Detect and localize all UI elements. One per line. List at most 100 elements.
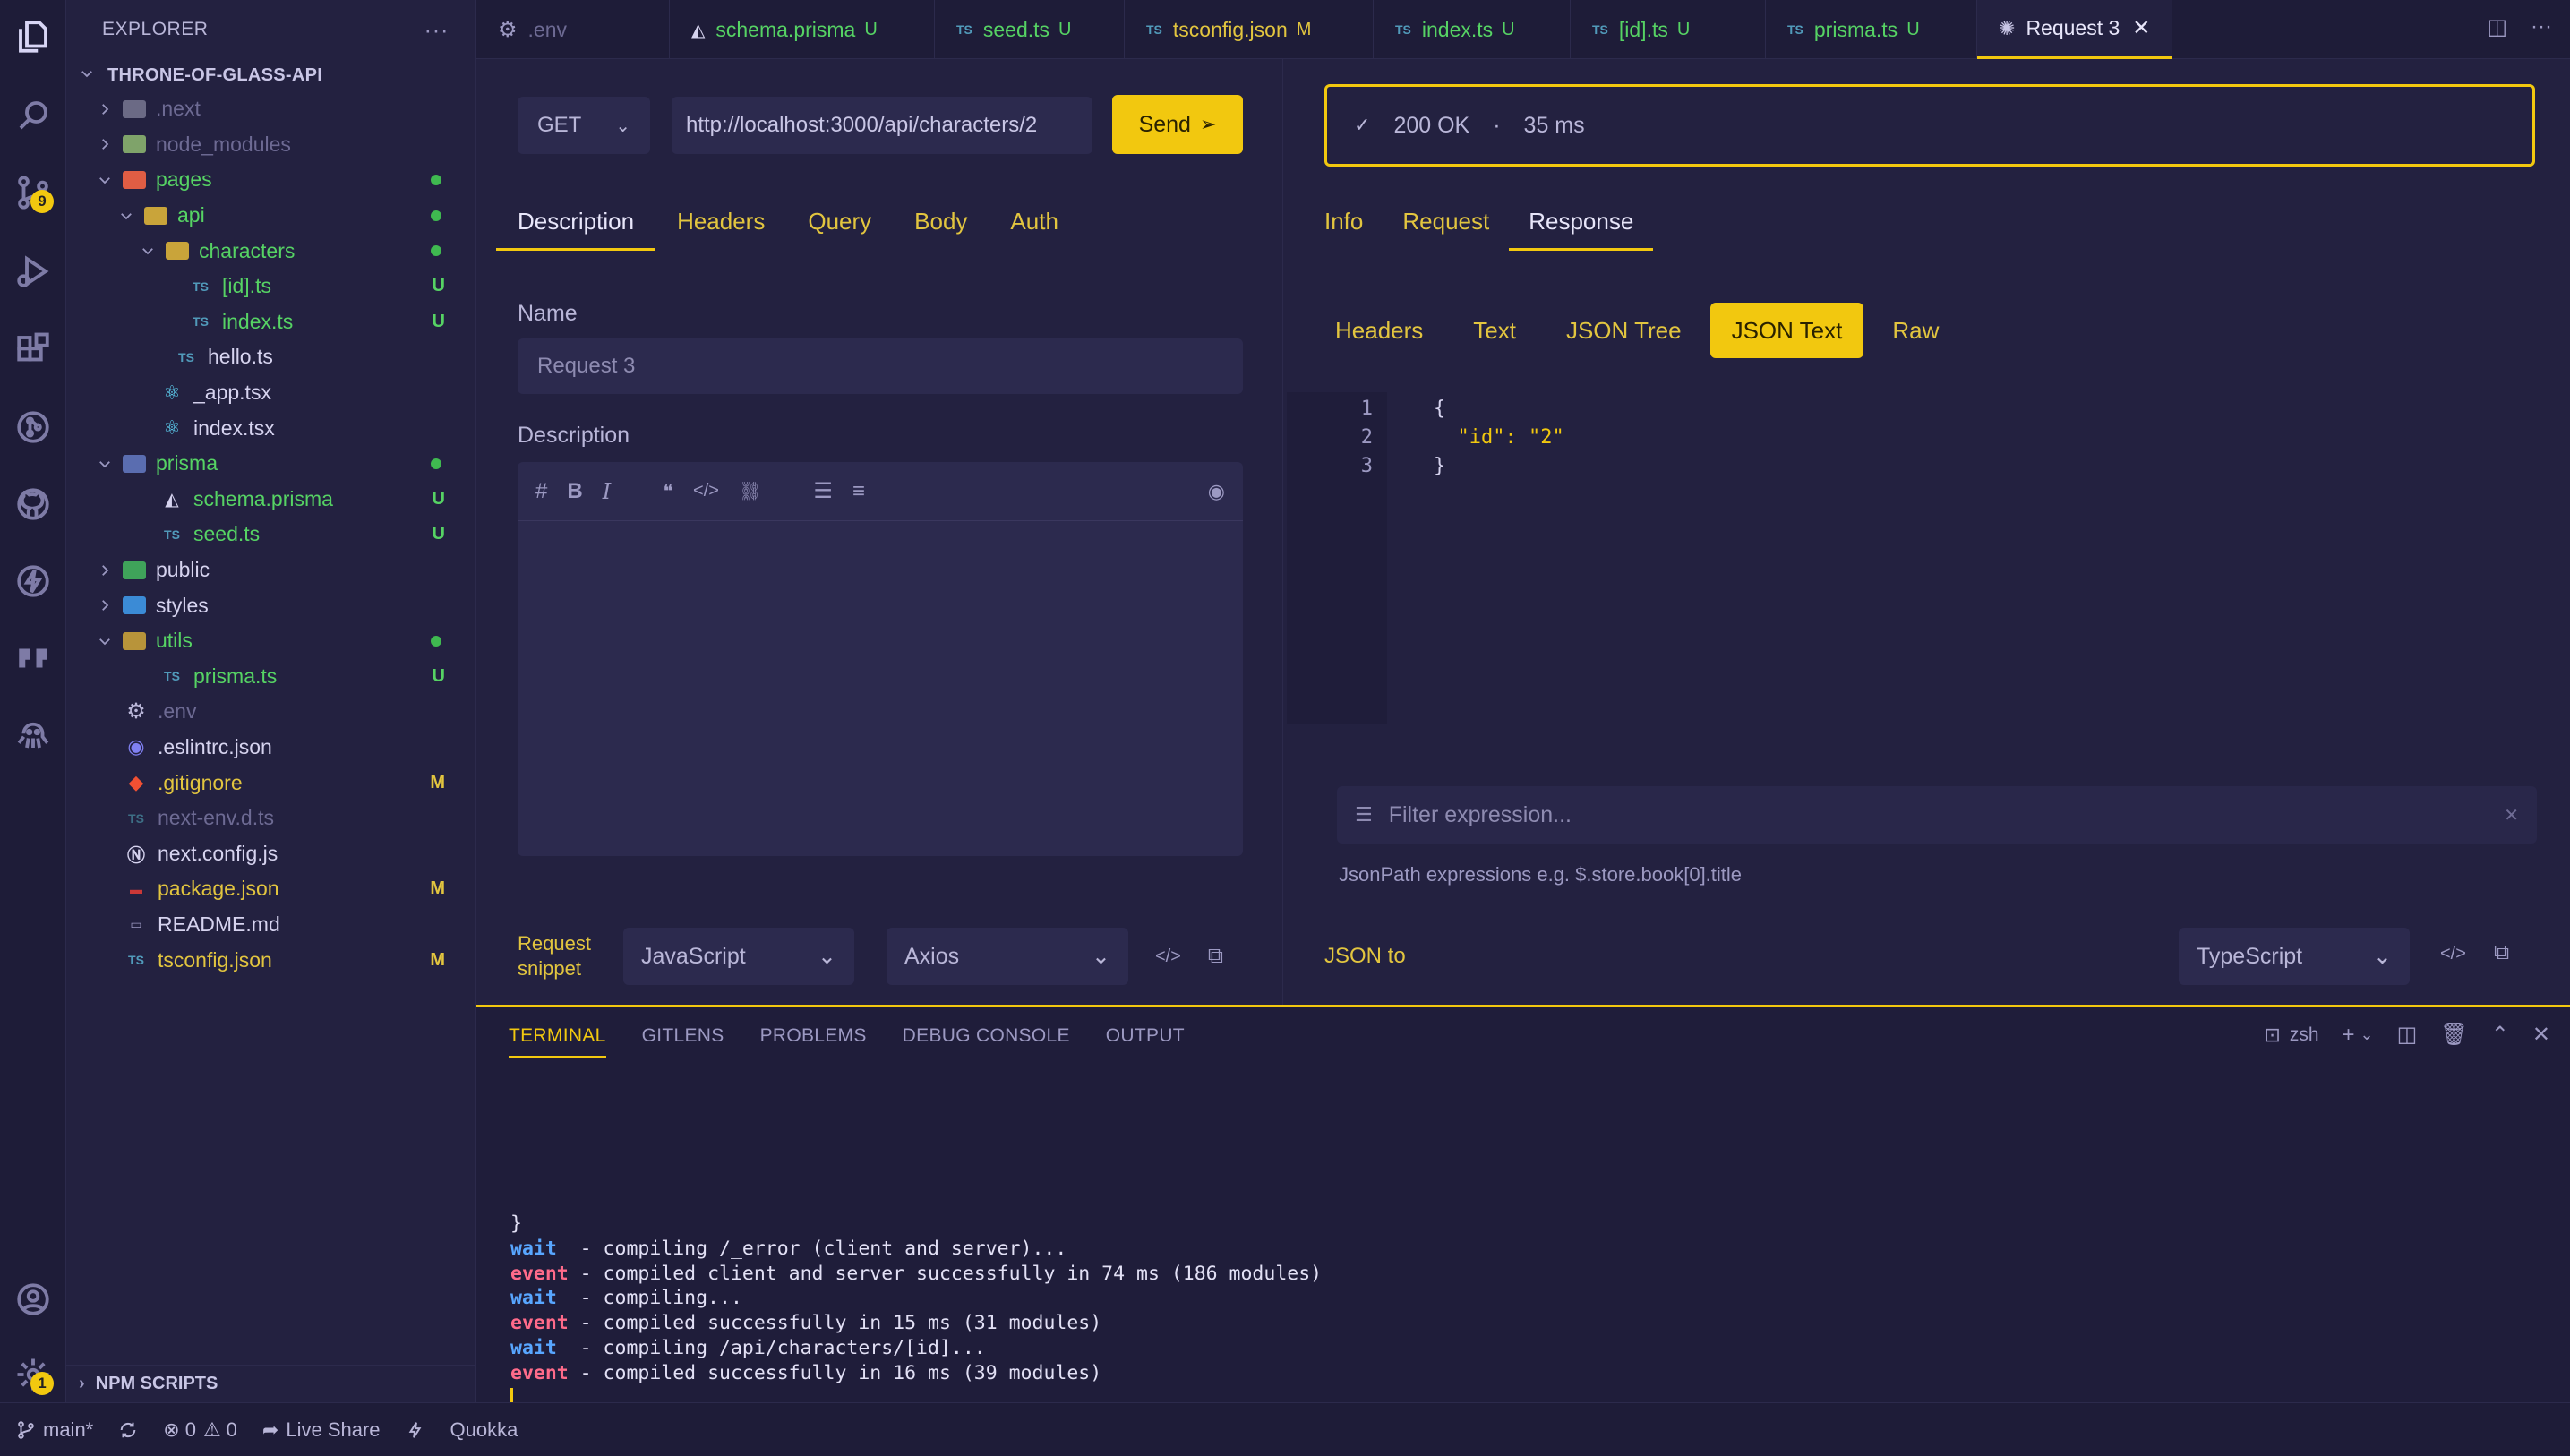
lightning-icon[interactable] — [406, 1420, 425, 1440]
tree-item-index-tsx[interactable]: ⚛ index.tsx — [66, 410, 475, 446]
tab-terminal[interactable]: TERMINAL — [509, 1025, 606, 1058]
tree-item-characters[interactable]: characters — [66, 233, 475, 269]
tab-tsconfig[interactable]: TS tsconfig.json M — [1125, 0, 1374, 59]
tab-debug-console[interactable]: DEBUG CONSOLE — [903, 1025, 1070, 1058]
trash-icon[interactable]: 🗑 — [2440, 1022, 2467, 1048]
send-button[interactable]: Send ➢ — [1112, 95, 1243, 154]
view-headers[interactable]: Headers — [1314, 303, 1444, 358]
tree-item-next-env[interactable]: TS next-env.d.ts — [66, 801, 475, 836]
extensions-icon[interactable] — [9, 326, 57, 374]
close-panel-icon[interactable]: ✕ — [2532, 1022, 2550, 1048]
request-name-input[interactable]: Request 3 — [518, 338, 1243, 394]
tree-item-pages[interactable]: pages — [66, 162, 475, 198]
tab-description[interactable]: Description — [496, 208, 656, 251]
bullet-list-icon[interactable]: ☰ — [813, 478, 833, 504]
tab-index-ts[interactable]: TS index.ts U — [1374, 0, 1571, 59]
library-select[interactable]: Axios ⌄ — [887, 928, 1128, 985]
split-editor-icon[interactable]: ◫ — [2487, 14, 2507, 40]
tab-request-3[interactable]: ✺ Request 3 ✕ — [1977, 0, 2172, 59]
method-select[interactable]: GET ⌄ — [518, 97, 650, 154]
link-icon[interactable]: ⛓ — [739, 480, 761, 502]
quokka-status[interactable]: Quokka — [450, 1418, 518, 1442]
search-icon[interactable] — [9, 91, 57, 140]
account-icon[interactable] — [9, 1275, 57, 1323]
tree-item-schema-prisma[interactable]: ◭ schema.prisma U — [66, 482, 475, 518]
thunder-icon[interactable] — [9, 557, 57, 605]
tab-body[interactable]: Body — [893, 208, 989, 251]
tree-item-app-tsx[interactable]: ⚛ _app.tsx — [66, 375, 475, 411]
tab-headers[interactable]: Headers — [655, 208, 786, 251]
json-to-language-select[interactable]: TypeScript ⌄ — [2179, 928, 2410, 985]
tree-item-styles[interactable]: styles — [66, 587, 475, 623]
tree-item-seed-ts[interactable]: TS seed.ts U — [66, 517, 475, 552]
tab-id-ts[interactable]: TS [id].ts U — [1571, 0, 1766, 59]
language-select[interactable]: JavaScript ⌄ — [623, 928, 854, 985]
settings-gear-icon[interactable]: 1 — [9, 1350, 57, 1399]
url-input[interactable]: http://localhost:3000/api/characters/2 — [672, 97, 1092, 154]
tree-item-tsconfig[interactable]: TS tsconfig.json M — [66, 942, 475, 978]
view-json-text[interactable]: JSON Text — [1709, 303, 1864, 358]
more-actions-icon[interactable]: ··· — [424, 16, 449, 44]
problems-status[interactable]: ⊗ 0 ⚠ 0 — [163, 1418, 237, 1442]
live-share-button[interactable]: ➦ Live Share — [262, 1418, 381, 1442]
chevron-down-icon[interactable]: ⌄ — [2360, 1025, 2374, 1044]
tree-item-eslintrc[interactable]: ◉ .eslintrc.json — [66, 730, 475, 766]
github-icon[interactable] — [9, 480, 57, 528]
tab-info[interactable]: Info — [1305, 208, 1383, 251]
npm-scripts-section[interactable]: › NPM SCRIPTS — [66, 1365, 475, 1402]
terminal-shell-label[interactable]: zsh — [2290, 1024, 2319, 1046]
description-editor[interactable]: # B I ❝ </> ⛓ ☰ ≡ ◉ — [518, 462, 1243, 856]
tab-env[interactable]: ⚙ .env — [476, 0, 670, 59]
preview-eye-icon[interactable]: ◉ — [1208, 480, 1225, 503]
view-text[interactable]: Text — [1452, 303, 1538, 358]
source-control-icon[interactable]: 9 — [9, 168, 57, 217]
run-debug-icon[interactable] — [9, 247, 57, 295]
close-icon[interactable]: ✕ — [2132, 15, 2150, 41]
tab-auth[interactable]: Auth — [989, 208, 1080, 251]
tree-item-prisma-ts[interactable]: TS prisma.ts U — [66, 659, 475, 695]
sync-icon[interactable] — [118, 1420, 138, 1440]
tab-query[interactable]: Query — [786, 208, 893, 251]
quote-icon[interactable] — [9, 634, 57, 682]
more-actions-icon[interactable]: ··· — [2531, 14, 2552, 40]
tab-gitlens[interactable]: GITLENS — [642, 1025, 724, 1058]
tree-item-gitignore[interactable]: ◆ .gitignore M — [66, 765, 475, 801]
tree-item-utils[interactable]: utils — [66, 623, 475, 659]
gitlens-icon[interactable] — [9, 403, 57, 451]
view-raw[interactable]: Raw — [1871, 303, 1960, 358]
tree-item-env[interactable]: ⚙ .env — [66, 694, 475, 730]
bold-icon[interactable]: B — [567, 479, 582, 504]
tree-item-node-modules[interactable]: node_modules — [66, 127, 475, 163]
branch-status[interactable]: main* — [16, 1418, 93, 1442]
tree-item-prisma[interactable]: prisma — [66, 446, 475, 482]
tree-item-next-config[interactable]: Ⓝ next.config.js — [66, 835, 475, 871]
tree-item-id-ts[interactable]: TS [id].ts U — [66, 269, 475, 304]
tree-item-index-ts[interactable]: TS index.ts U — [66, 304, 475, 340]
numbered-list-icon[interactable]: ≡ — [852, 479, 865, 504]
view-json-tree[interactable]: JSON Tree — [1545, 303, 1703, 358]
quote-icon[interactable]: ❝ — [663, 480, 673, 503]
tree-item-api[interactable]: api — [66, 198, 475, 234]
copy-icon[interactable]: ⧉ — [1208, 944, 1223, 969]
add-terminal-icon[interactable]: + — [2343, 1023, 2355, 1048]
code-icon[interactable]: </> — [1155, 946, 1181, 967]
tab-seed-ts[interactable]: TS seed.ts U — [935, 0, 1125, 59]
heading-icon[interactable]: # — [535, 479, 547, 504]
workspace-root[interactable]: THRONE-OF-GLASS-API — [66, 59, 475, 91]
copy-icon[interactable]: ⧉ — [2494, 940, 2509, 965]
code-icon[interactable]: </> — [2440, 944, 2466, 964]
tab-request[interactable]: Request — [1383, 208, 1509, 251]
tab-schema-prisma[interactable]: ◭ schema.prisma U — [670, 0, 935, 59]
code-icon[interactable]: </> — [693, 481, 719, 501]
clear-icon[interactable]: ✕ — [2504, 804, 2519, 826]
tab-output[interactable]: OUTPUT — [1106, 1025, 1185, 1058]
tree-item-public[interactable]: public — [66, 552, 475, 588]
filter-expression-input[interactable]: ☰ Filter expression... ✕ — [1337, 786, 2537, 844]
tree-item-package-json[interactable]: ▬ package.json M — [66, 871, 475, 907]
split-terminal-icon[interactable]: ◫ — [2397, 1022, 2418, 1048]
tab-prisma-ts[interactable]: TS prisma.ts U — [1766, 0, 1977, 59]
tab-problems[interactable]: PROBLEMS — [760, 1025, 867, 1058]
tree-item-next[interactable]: .next — [66, 91, 475, 127]
tab-response[interactable]: Response — [1509, 208, 1654, 251]
tree-item-readme[interactable]: ▭ README.md — [66, 907, 475, 943]
